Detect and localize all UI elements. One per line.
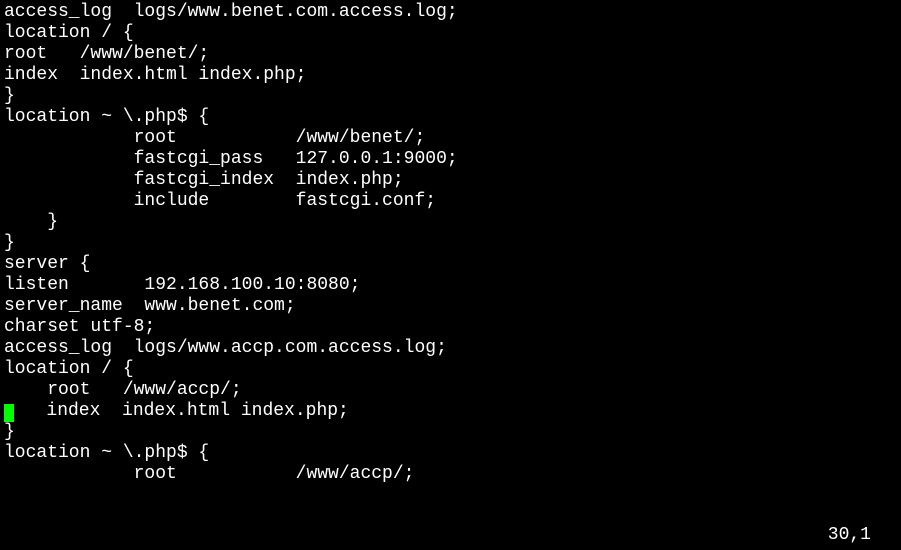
code-line: root /www/benet/; (4, 128, 897, 149)
code-line: } (4, 422, 897, 443)
code-line: include fastcgi.conf; (4, 191, 897, 212)
code-line: root /www/benet/; (4, 44, 897, 65)
code-line: charset utf-8; (4, 317, 897, 338)
code-line: server_name www.benet.com; (4, 296, 897, 317)
code-line: location / { (4, 23, 897, 44)
code-line: access_log logs/www.benet.com.access.log… (4, 2, 897, 23)
code-line: } (4, 86, 897, 107)
code-line: } (4, 212, 897, 233)
code-line: access_log logs/www.accp.com.access.log; (4, 338, 897, 359)
code-line: fastcgi_pass 127.0.0.1:9000; (4, 149, 897, 170)
cursor (4, 404, 14, 422)
terminal-viewport[interactable]: access_log logs/www.benet.com.access.log… (0, 0, 901, 550)
code-line: server { (4, 254, 897, 275)
cursor-position-indicator: 30,1 (828, 525, 871, 546)
code-line: index index.html index.php; (4, 65, 897, 86)
code-line: listen 192.168.100.10:8080; (4, 275, 897, 296)
code-line: root /www/accp/; (4, 464, 897, 485)
code-line: fastcgi_index index.php; (4, 170, 897, 191)
code-line: index index.html index.php; (4, 401, 897, 422)
code-line: root /www/accp/; (4, 380, 897, 401)
code-line: location ~ \.php$ { (4, 107, 897, 128)
code-line: location ~ \.php$ { (4, 443, 897, 464)
file-content: access_log logs/www.benet.com.access.log… (4, 2, 897, 485)
code-line: } (4, 233, 897, 254)
code-line: location / { (4, 359, 897, 380)
